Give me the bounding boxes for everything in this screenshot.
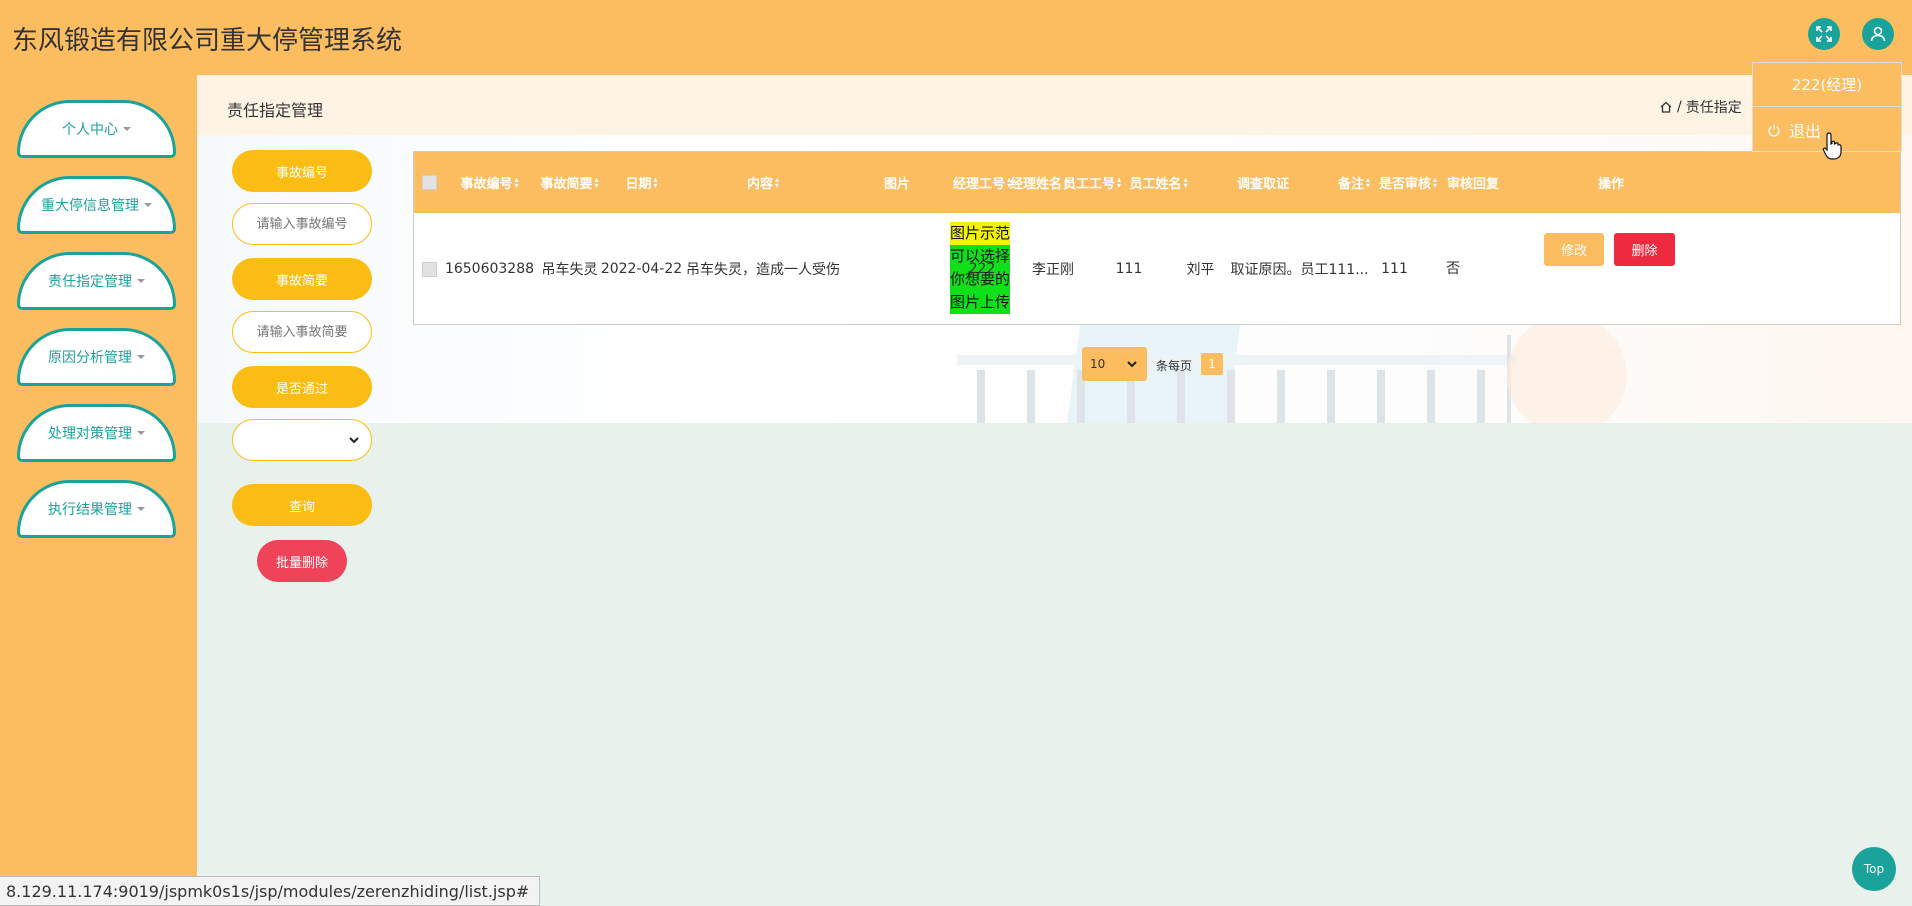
breadcrumb-current: 责任指定 bbox=[1685, 100, 1742, 116]
sort-icon: ▴ ▾ bbox=[653, 174, 658, 190]
query-button[interactable]: 查询 bbox=[232, 484, 372, 526]
sidebar-item-label: 个人中心 bbox=[62, 122, 118, 138]
expand-icon bbox=[1816, 26, 1832, 42]
sort-icon: ▴ ▾ bbox=[1433, 174, 1438, 190]
cell-remark: 111 bbox=[1381, 261, 1408, 277]
sidebar-item-label: 处理对策管理 bbox=[48, 426, 132, 442]
caret-down-icon bbox=[137, 355, 145, 359]
edit-button[interactable]: 修改 bbox=[1544, 233, 1604, 266]
cell-investigation: 取证原因。员工111... bbox=[1230, 262, 1369, 278]
passed-select[interactable] bbox=[232, 419, 372, 461]
breadcrumb-separator: / bbox=[1677, 99, 1682, 115]
cell-date: 2022-04-22 bbox=[600, 261, 683, 277]
page-title: 责任指定管理 bbox=[227, 101, 324, 120]
hand-cursor-icon bbox=[1822, 132, 1842, 160]
breadcrumb: / 责任指定 bbox=[1659, 97, 1742, 117]
sidebar: 个人中心 重大停信息管理 责任指定管理 原因分析管理 处理对策管理 执行结果管理 bbox=[0, 75, 197, 906]
sidebar-item-responsibility[interactable]: 责任指定管理 bbox=[17, 252, 176, 310]
col-header[interactable]: 内容 ▴ ▾ bbox=[679, 152, 847, 213]
caret-down-icon bbox=[123, 127, 131, 131]
sidebar-item-label: 重大停信息管理 bbox=[41, 198, 139, 214]
sidebar-item-label: 执行结果管理 bbox=[48, 502, 132, 518]
chevron-down-icon bbox=[349, 437, 359, 444]
logout-label: 退出 bbox=[1789, 122, 1822, 141]
caret-down-icon bbox=[137, 507, 145, 511]
sidebar-item-countermeasures[interactable]: 处理对策管理 bbox=[17, 404, 176, 462]
back-to-top-button[interactable]: Top bbox=[1852, 847, 1896, 891]
accident-no-label: 事故编号 bbox=[232, 150, 372, 192]
sort-icon: ▴ ▾ bbox=[594, 174, 599, 190]
table-header: 事故编号 ▴ ▾ 事故简要 ▴ ▾ 日期 ▴ ▾ 内容 ▴ ▾ 图片 经理工号 ▴ ▾ 经理姓名 ▴ ▾… bbox=[414, 152, 1900, 213]
cell-manager-id: 222 bbox=[968, 261, 996, 277]
cell-accident-no: 1650603288 bbox=[444, 261, 535, 277]
main-content: 责任指定管理 / 责任指定 事故编号 事故简要 是否通过 查询 批量删除 事故编… bbox=[197, 75, 1912, 906]
cell-manager-name: 李正刚 bbox=[1032, 262, 1074, 278]
page-size-select[interactable]: 10 bbox=[1082, 347, 1147, 381]
select-all-cell bbox=[414, 152, 444, 213]
cell-summary: 吊车失灵 bbox=[541, 262, 598, 278]
page-number-current[interactable]: 1 bbox=[1201, 353, 1223, 375]
col-header[interactable]: 员工工号 ▴ ▾ bbox=[1061, 152, 1123, 213]
power-icon bbox=[1768, 124, 1780, 137]
sidebar-item-major-stop-info[interactable]: 重大停信息管理 bbox=[17, 176, 176, 234]
sidebar-item-label: 责任指定管理 bbox=[48, 274, 132, 290]
col-header: 审核回复 bbox=[1446, 177, 1499, 192]
cell-content: 吊车失灵，造成一人受伤 bbox=[686, 262, 840, 278]
select-all-checkbox[interactable] bbox=[421, 175, 437, 190]
summary-label: 事故简要 bbox=[232, 258, 372, 300]
col-header: 操作 bbox=[1597, 177, 1624, 192]
passed-label: 是否通过 bbox=[232, 366, 372, 408]
sort-icon: ▴ ▾ bbox=[1183, 174, 1188, 190]
cell-employee-id: 111 bbox=[1115, 261, 1143, 277]
caret-down-icon bbox=[137, 431, 145, 435]
sidebar-item-cause-analysis[interactable]: 原因分析管理 bbox=[17, 328, 176, 386]
top-header: 东风锻造有限公司重大停管理系统 bbox=[0, 0, 1912, 75]
row-select-cell bbox=[414, 213, 444, 325]
app-title: 东风锻造有限公司重大停管理系统 bbox=[12, 26, 403, 56]
col-header[interactable]: 经理工号 ▴ ▾ bbox=[947, 152, 1017, 213]
user-button[interactable] bbox=[1862, 18, 1894, 50]
status-url-bar: 8.129.11.174:9019/jspmk0s1s/jsp/modules/… bbox=[0, 876, 541, 906]
sidebar-item-label: 原因分析管理 bbox=[48, 350, 132, 366]
cell-review-reply bbox=[1486, 213, 1564, 325]
row-checkbox[interactable] bbox=[421, 261, 437, 277]
caret-down-icon bbox=[144, 203, 152, 207]
delete-button[interactable]: 删除 bbox=[1614, 233, 1675, 266]
sort-icon: ▴ ▾ bbox=[1117, 174, 1122, 190]
data-table: 事故编号 ▴ ▾ 事故简要 ▴ ▾ 日期 ▴ ▾ 内容 ▴ ▾ 图片 经理工号 ▴ ▾ 经理姓名 ▴ ▾… bbox=[413, 151, 1901, 325]
col-header[interactable]: 事故编号 ▴ ▾ bbox=[444, 152, 535, 213]
col-header[interactable]: 经理姓名 ▴ ▾ bbox=[1010, 152, 1068, 213]
sidebar-item-personal-center[interactable]: 个人中心 bbox=[17, 100, 176, 158]
current-user-item[interactable]: 222(经理) bbox=[1753, 63, 1901, 107]
caret-down-icon bbox=[137, 279, 145, 283]
summary-input[interactable] bbox=[232, 311, 372, 353]
cell-employee-name: 刘平 bbox=[1186, 262, 1215, 278]
page-size-value: 10 bbox=[1090, 357, 1106, 371]
user-icon bbox=[1870, 26, 1886, 42]
col-header: 调查取证 bbox=[1236, 177, 1289, 192]
breadcrumb-bar: 责任指定管理 / 责任指定 bbox=[197, 75, 1912, 135]
batch-delete-button[interactable]: 批量删除 bbox=[257, 540, 347, 582]
fullscreen-button[interactable] bbox=[1808, 18, 1840, 50]
col-header: 图片 bbox=[883, 177, 910, 192]
accident-no-input[interactable] bbox=[232, 203, 372, 245]
sort-icon: ▴ ▾ bbox=[775, 174, 780, 190]
sidebar-item-execution-results[interactable]: 执行结果管理 bbox=[17, 480, 176, 538]
col-header[interactable]: 备注 ▴ ▾ bbox=[1332, 152, 1376, 213]
sort-icon: ▴ ▾ bbox=[514, 174, 519, 190]
col-header[interactable]: 员工姓名 ▴ ▾ bbox=[1123, 152, 1194, 213]
sort-icon: ▴ ▾ bbox=[1366, 174, 1371, 190]
chevron-down-icon bbox=[1127, 361, 1137, 368]
col-header[interactable]: 事故简要 ▴ ▾ bbox=[535, 152, 604, 213]
home-icon[interactable] bbox=[1659, 100, 1673, 114]
per-page-label: 条每页 bbox=[1156, 359, 1193, 373]
col-header[interactable]: 是否审核 ▴ ▾ bbox=[1376, 152, 1440, 213]
col-header[interactable]: 日期 ▴ ▾ bbox=[604, 152, 679, 213]
